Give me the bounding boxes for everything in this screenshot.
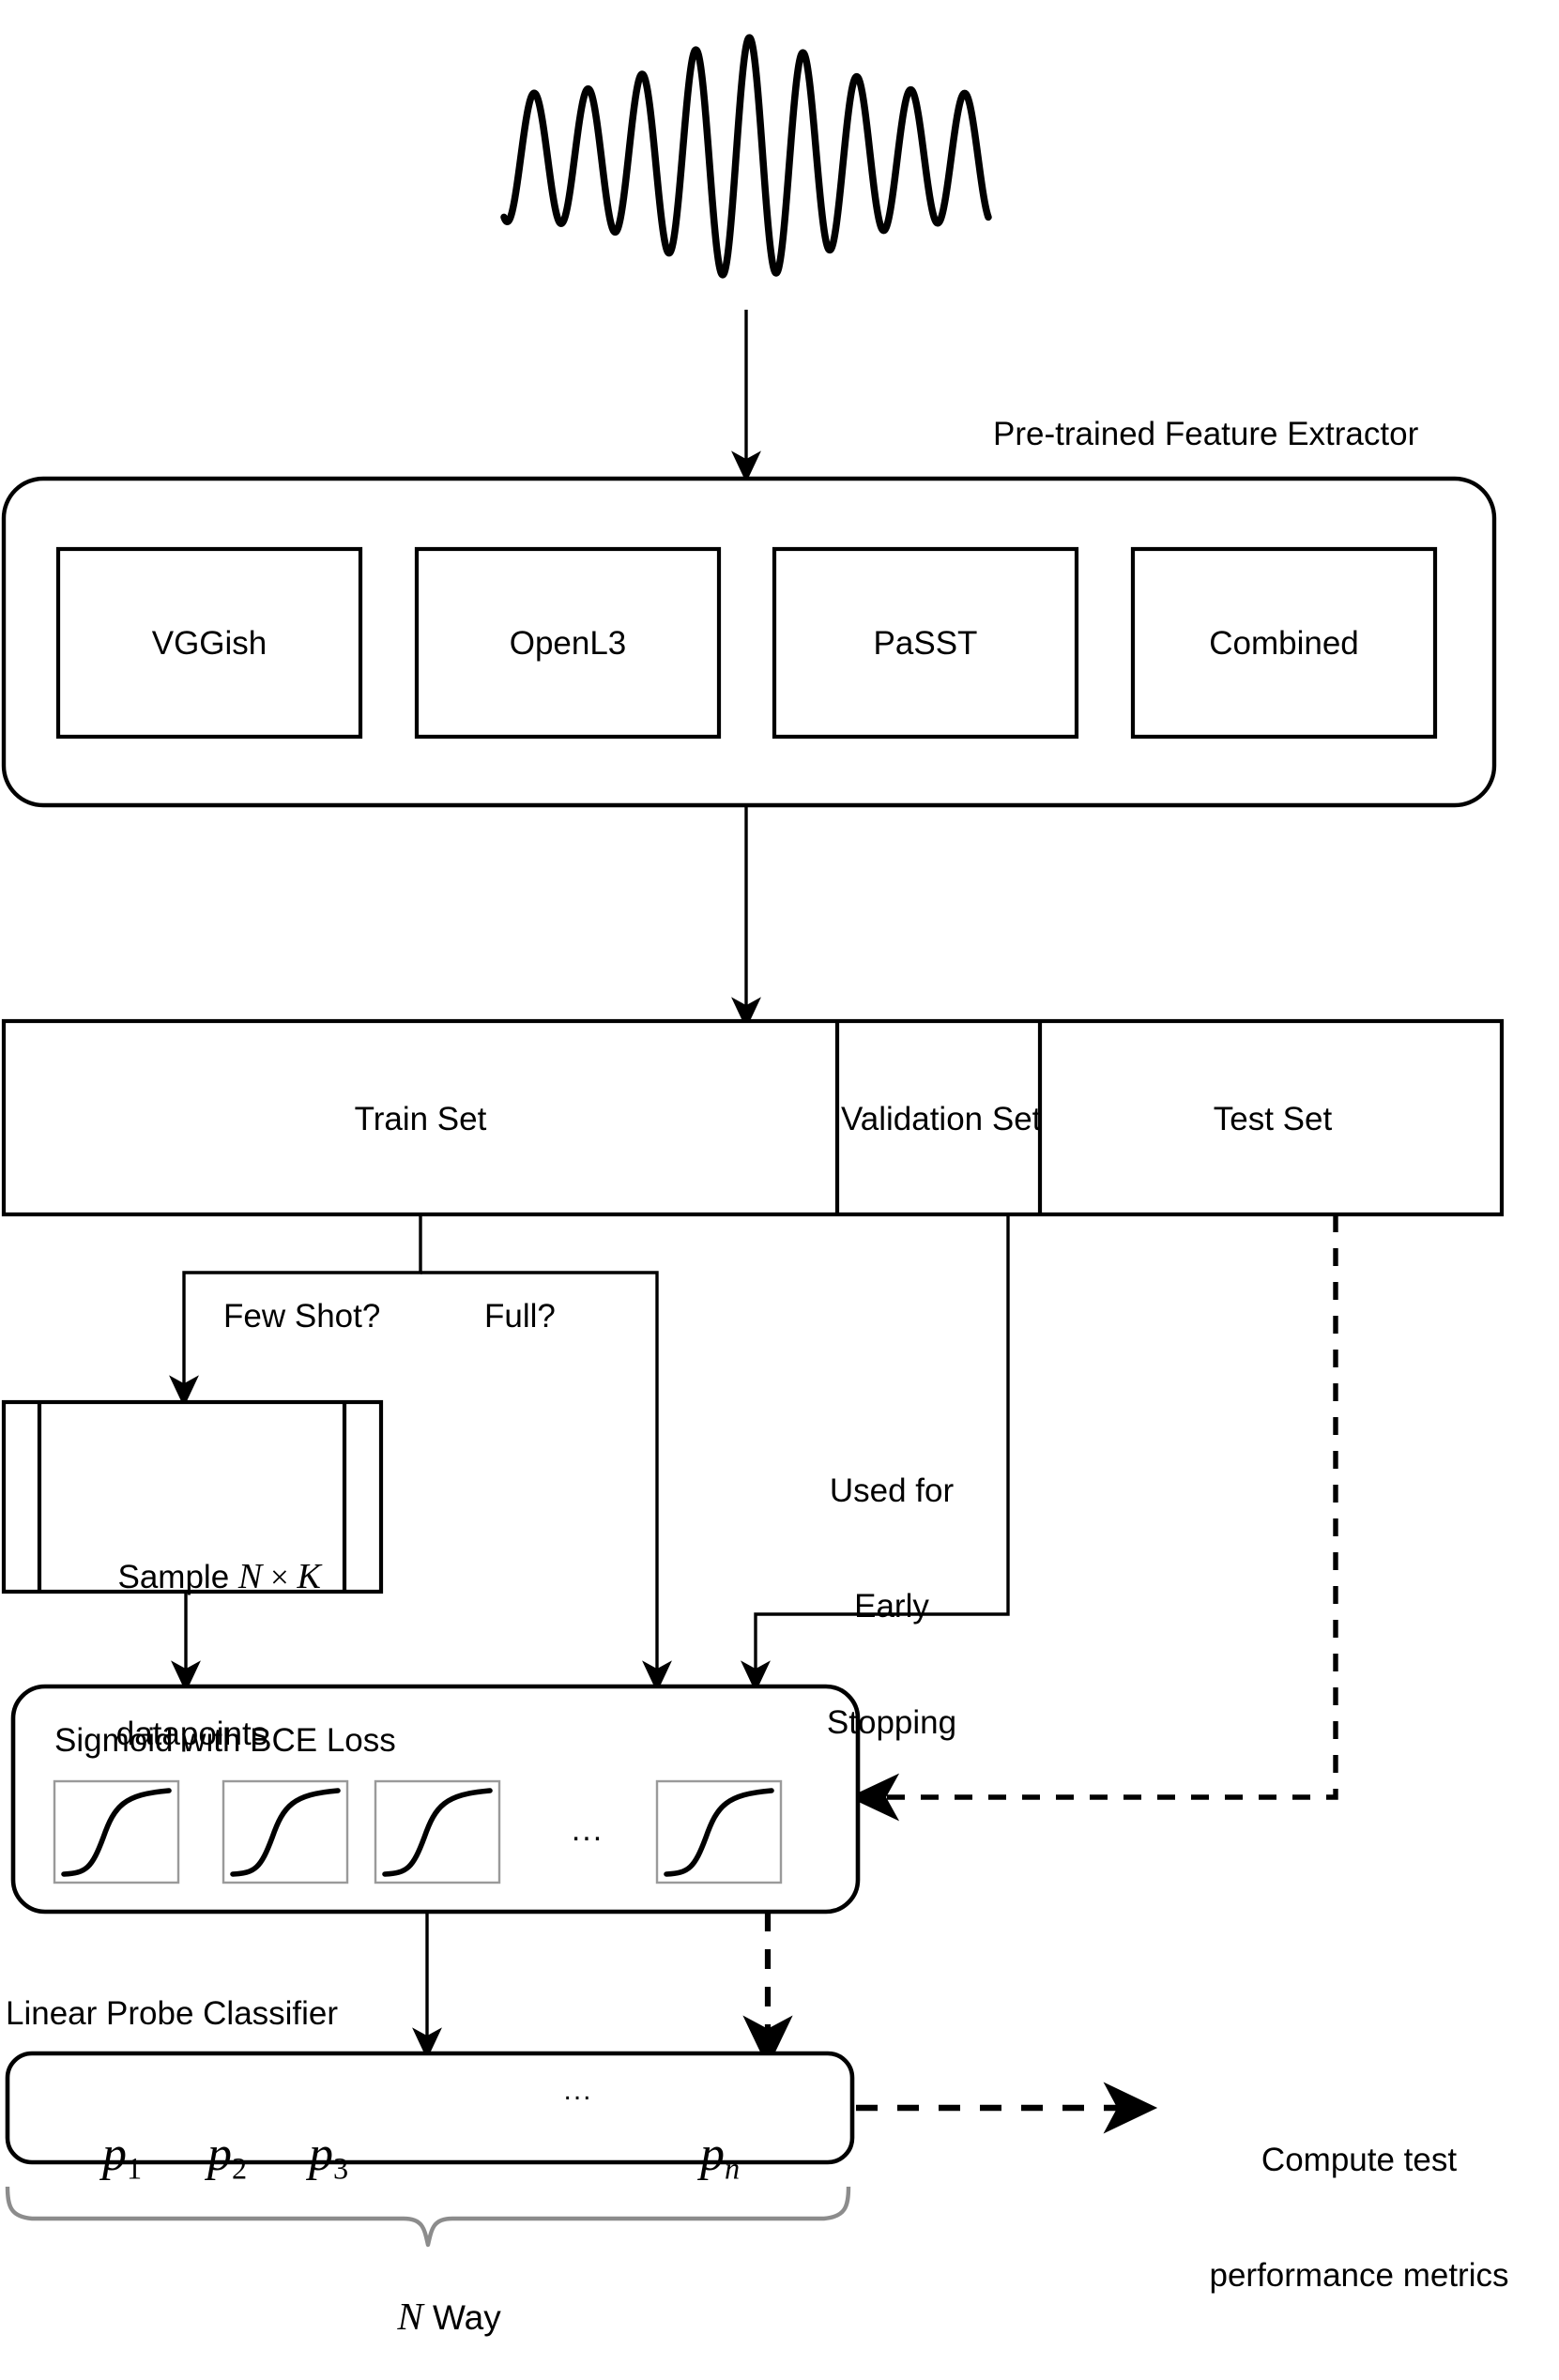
p2-base: p <box>206 2128 232 2182</box>
diagram-canvas: Pre-trained Feature Extractor VGGish Ope… <box>0 0 1559 2345</box>
classifier-output-p3: p3 <box>248 2068 360 2244</box>
sample-nk-n: N <box>237 1556 263 1596</box>
p3-base: p <box>308 2128 333 2182</box>
model-label-openl3: OpenL3 <box>509 625 627 662</box>
test-metrics-label: Compute test performance metrics <box>1162 2063 1556 2372</box>
test-metrics-line2: performance metrics <box>1209 2257 1509 2295</box>
branch-label-full: Full? <box>484 1298 556 1335</box>
classifier-output-p2: p2 <box>146 2068 259 2244</box>
split-label-validation: Validation Set <box>841 1101 1042 1137</box>
validation-note: Used for Early Stopping <box>779 1394 1004 1820</box>
validation-note-line1: Used for <box>829 1472 955 1509</box>
n-way-text: Way <box>422 2297 501 2337</box>
validation-note-line3: Stopping <box>826 1704 957 1742</box>
classifier-output-pn: pn <box>634 2068 757 2244</box>
classifier-label: Linear Probe Classifier <box>6 1995 339 2032</box>
pn-sub: n <box>724 2152 741 2187</box>
model-label-passt: PaSST <box>873 625 978 662</box>
n-way-n: N <box>397 2294 423 2338</box>
p3-sub: 3 <box>332 2152 349 2187</box>
sigmoid-thumb-3 <box>374 1779 501 1884</box>
classifier-output-ellipsis: ... <box>563 2075 593 2106</box>
model-label-vggish: VGGish <box>151 625 267 662</box>
split-label-train: Train Set <box>354 1101 487 1137</box>
loss-block-label: Sigmoid with BCE Loss <box>54 1722 396 1759</box>
branch-label-few-shot: Few Shot? <box>223 1298 381 1335</box>
validation-note-line2: Early <box>854 1588 929 1625</box>
audio-waveform-icon <box>500 34 992 279</box>
classifier-output-p1: p1 <box>41 2068 154 2244</box>
model-label-combined: Combined <box>1209 625 1359 662</box>
p1-base: p <box>101 2128 127 2182</box>
p2-sub: 2 <box>231 2152 248 2187</box>
sigmoid-thumb-n <box>655 1779 783 1884</box>
sample-nk-times: × <box>262 1558 298 1595</box>
test-metrics-line1: Compute test <box>1261 2141 1458 2178</box>
sigmoid-ellipsis: ... <box>571 1812 604 1848</box>
feature-extractor-label: Pre-trained Feature Extractor <box>993 416 1419 452</box>
p1-sub: 1 <box>126 2152 143 2187</box>
n-way-label: N Way <box>310 2252 550 2380</box>
sample-nk-line1: Sample N × K <box>39 1518 344 1637</box>
sample-nk-k: K <box>297 1556 321 1596</box>
split-label-test: Test Set <box>1213 1101 1333 1137</box>
sample-nk-text: Sample N × K datapoints <box>39 1440 344 1831</box>
sample-nk-prefix: Sample <box>117 1558 238 1595</box>
pn-base: p <box>699 2128 725 2182</box>
